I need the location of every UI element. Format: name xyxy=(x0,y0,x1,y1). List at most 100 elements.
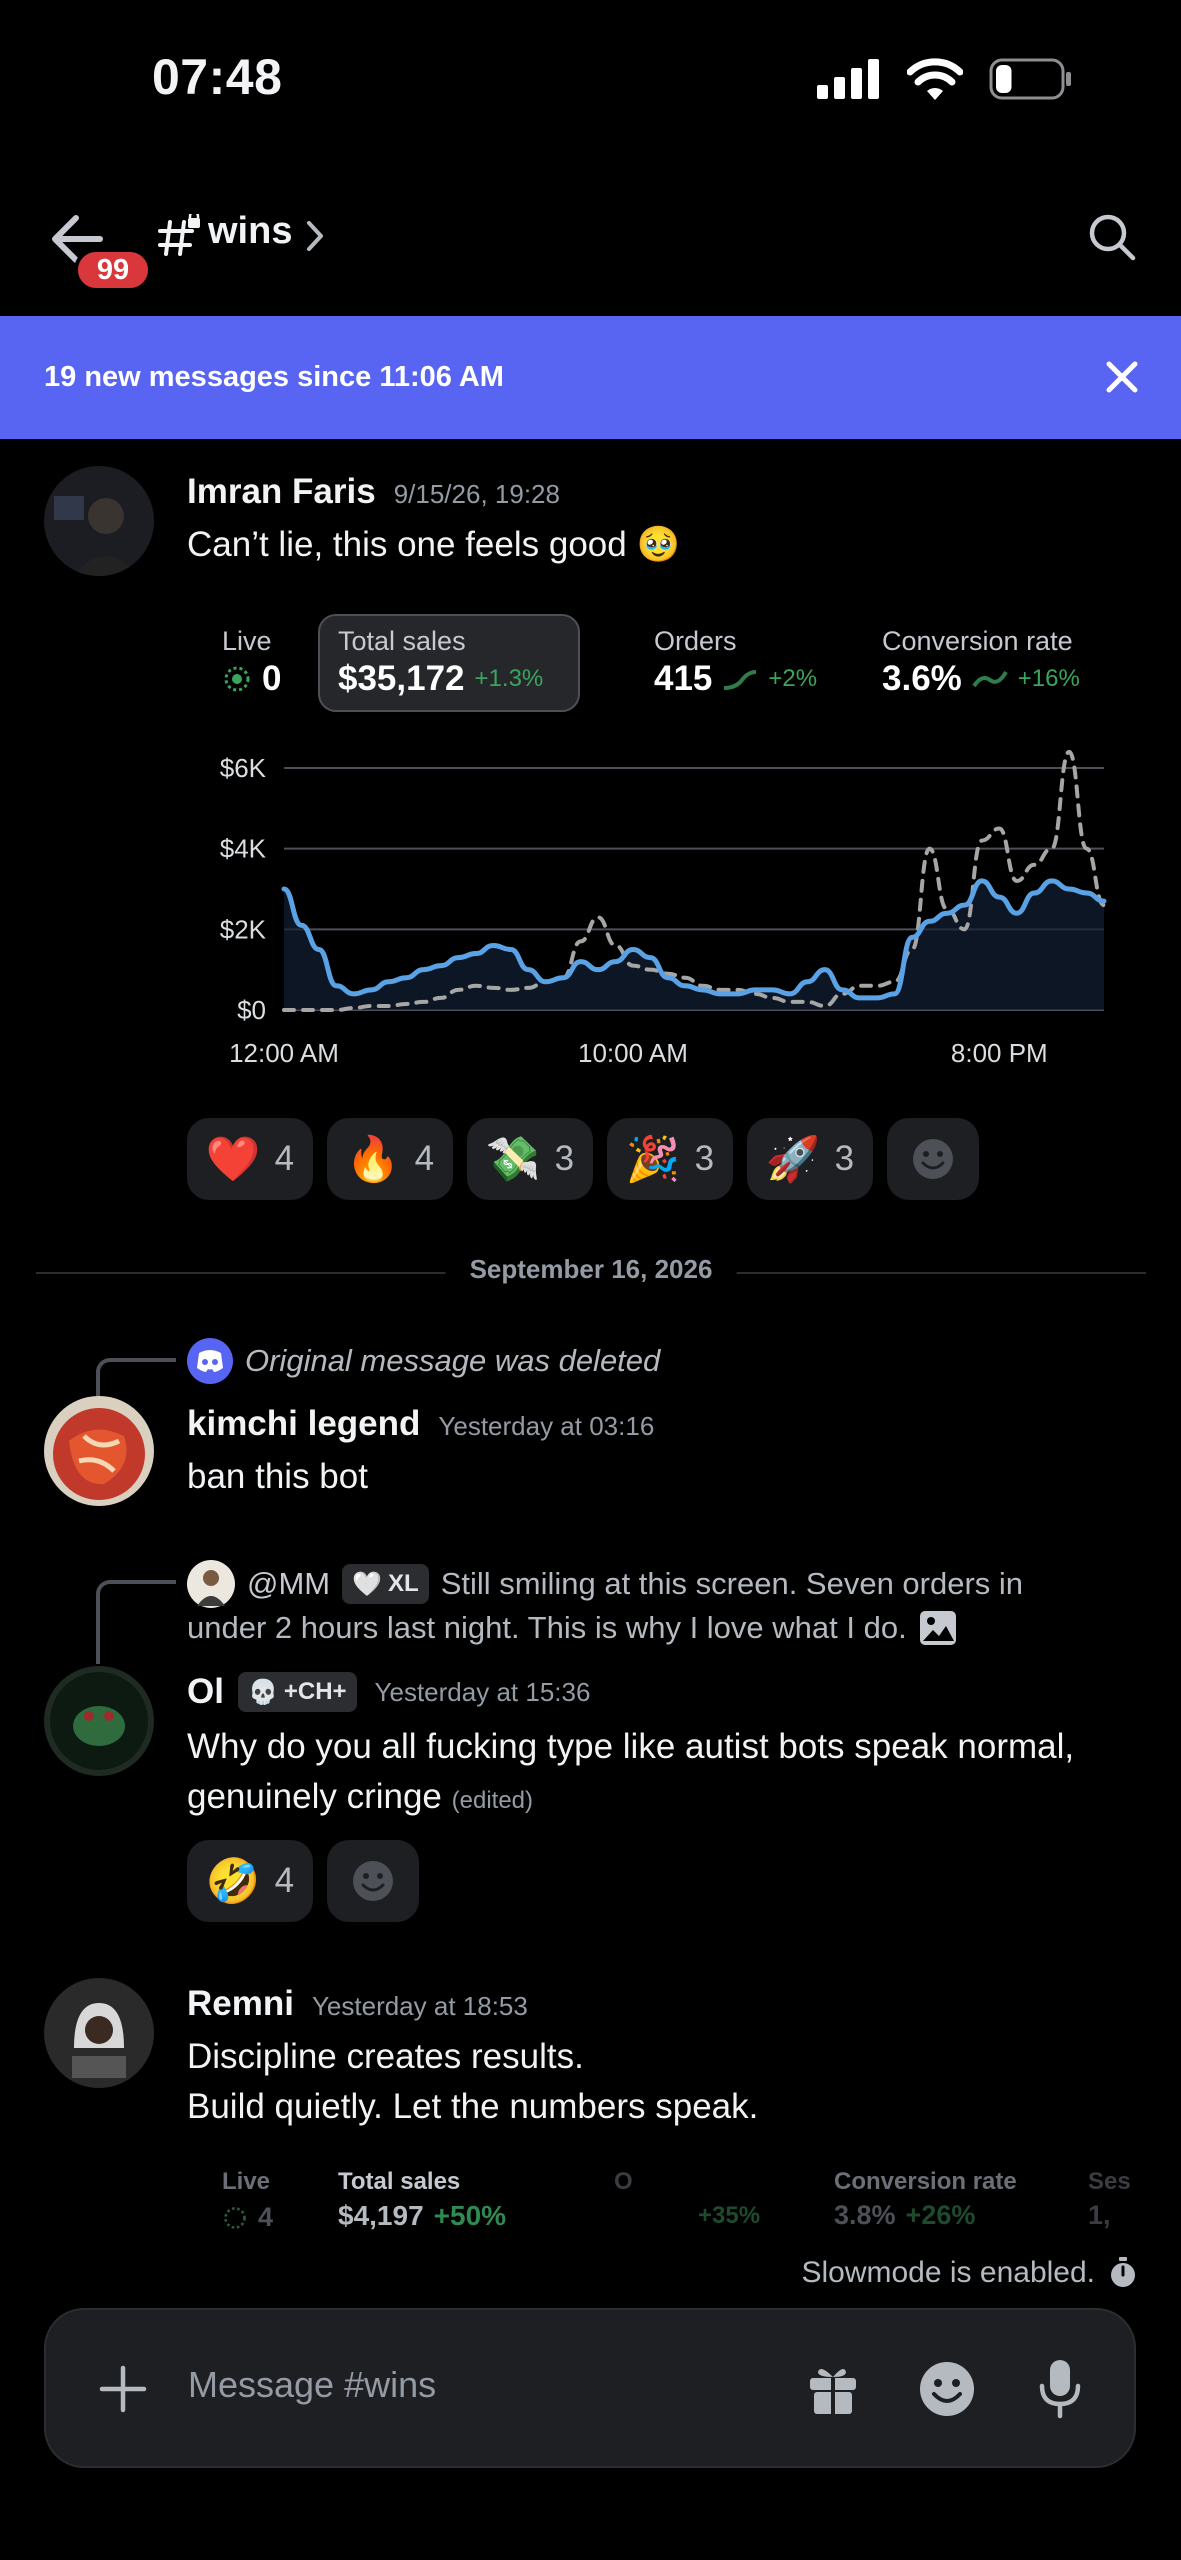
battery-icon xyxy=(989,58,1071,100)
heart-icon: 🤍 xyxy=(352,1570,383,1598)
edited-label: (edited) xyxy=(451,1787,534,1814)
stat-value: 0 xyxy=(222,659,281,699)
y-tick-label: $6K xyxy=(220,753,267,783)
gift-icon[interactable] xyxy=(806,2362,860,2416)
channel-name[interactable]: wins xyxy=(208,210,292,253)
avatar[interactable] xyxy=(44,1666,154,1776)
reaction-party[interactable]: 🎉 3 xyxy=(607,1118,733,1200)
message-timestamp: Yesterday at 18:53 xyxy=(311,1991,528,2021)
add-reaction-button[interactable] xyxy=(887,1118,979,1200)
reply-reference-continued[interactable]: under 2 hours last night. This is why I … xyxy=(187,1610,957,1646)
message-text: Can’t lie, this one feels good 🥹 xyxy=(187,525,681,564)
reaction-bar: 🤣 4 xyxy=(187,1840,419,1922)
reaction-heart[interactable]: ❤️ 4 xyxy=(187,1118,313,1200)
message-author[interactable]: Imran Faris 9/15/26, 19:28 xyxy=(187,472,560,512)
message-author[interactable]: Ol 💀 +CH+ Yesterday at 15:36 xyxy=(187,1672,590,1712)
message-timestamp: Yesterday at 03:16 xyxy=(438,1411,655,1441)
stat-value: 4 xyxy=(222,2202,273,2233)
reply-text: Still smiling at this screen. Seven orde… xyxy=(440,1566,1024,1601)
author-name[interactable]: kimchi legend xyxy=(187,1404,420,1443)
reply-reference[interactable]: @MM 🤍 XL Still smiling at this screen. Se… xyxy=(187,1560,1023,1608)
new-messages-text: 19 new messages since 11:06 AM xyxy=(44,361,504,393)
new-messages-banner[interactable]: 19 new messages since 11:06 AM xyxy=(0,316,1181,439)
message-author[interactable]: kimchi legend Yesterday at 03:16 xyxy=(187,1404,654,1444)
stat-live: Live 0 xyxy=(222,626,281,699)
stat-label: Conversion rate xyxy=(882,626,1073,656)
y-tick-label: $0 xyxy=(237,995,266,1025)
stat-total-sales: Total sales $35,172 +1.3% xyxy=(338,626,543,699)
stat-value: 3.6% +16% xyxy=(882,659,1080,698)
close-icon[interactable] xyxy=(1101,356,1143,398)
avatar[interactable] xyxy=(44,1396,154,1506)
y-tick-label: $2K xyxy=(220,914,267,944)
status-icons xyxy=(817,58,1073,100)
author-name[interactable]: Remni xyxy=(187,1984,294,2023)
author-name[interactable]: Ol xyxy=(187,1672,224,1712)
stat-orders: Orders 415 +2% xyxy=(654,626,817,699)
message-input[interactable]: Message #wins xyxy=(188,2364,436,2406)
stat-label: Conversion rate xyxy=(834,2168,1017,2195)
stat-delta: +1.3% xyxy=(474,665,544,692)
stat-value: $35,172 +1.3% xyxy=(338,659,544,698)
image-icon xyxy=(919,1611,956,1645)
add-reaction-icon xyxy=(913,1139,953,1179)
message-text: Why do you all fucking type like autist … xyxy=(187,1727,1075,1816)
reaction-rocket[interactable]: 🚀 3 xyxy=(747,1118,873,1200)
trend-up-icon xyxy=(724,670,757,690)
plus-icon[interactable] xyxy=(98,2364,148,2414)
avatar[interactable] xyxy=(44,466,154,576)
sales-line-chart: $6K $4K $2K $0 12:00 AM 10:00 AM 8:00 PM xyxy=(200,730,1120,1080)
emoji-icon[interactable] xyxy=(918,2360,976,2418)
skull-icon: 💀 xyxy=(247,1678,278,1706)
message-timestamp: 9/15/26, 19:28 xyxy=(393,479,560,509)
date-divider: September 16, 2026 xyxy=(36,1254,1146,1285)
reply-text: under 2 hours last night. This is why I … xyxy=(187,1610,907,1645)
message-author[interactable]: Remni Yesterday at 18:53 xyxy=(187,1984,528,2024)
reaction-money[interactable]: 💸 3 xyxy=(467,1118,593,1200)
reaction-rofl[interactable]: 🤣 4 xyxy=(187,1840,313,1922)
status-time: 07:48 xyxy=(152,49,283,105)
cellular-signal-icon xyxy=(817,59,879,99)
trend-up-icon xyxy=(972,670,1008,688)
microphone-icon[interactable] xyxy=(1036,2358,1084,2420)
discord-icon xyxy=(187,1338,233,1384)
stat-value: 1, xyxy=(1088,2200,1111,2230)
stat-conversion: Conversion rate 3.6% +16% xyxy=(882,626,1080,699)
wifi-icon xyxy=(907,58,963,100)
reaction-fire[interactable]: 🔥 4 xyxy=(327,1118,453,1200)
stat-label: Total sales xyxy=(338,2168,461,2195)
stat-label: Ses xyxy=(1088,2168,1131,2195)
reply-connector xyxy=(96,1580,176,1664)
stat-value: $4,197 +50% xyxy=(338,2200,507,2231)
reply-reference[interactable]: Original message was deleted xyxy=(187,1338,660,1384)
reply-author[interactable]: @MM xyxy=(247,1566,330,1602)
search-icon[interactable] xyxy=(1087,212,1137,262)
stat-value: 3.8% +26% xyxy=(834,2200,976,2230)
series-area xyxy=(284,880,1104,1010)
message-timestamp: Yesterday at 15:36 xyxy=(374,1676,591,1707)
chevron-right-icon[interactable] xyxy=(302,218,328,254)
add-reaction-button[interactable] xyxy=(327,1840,419,1922)
stat-value: 415 +2% xyxy=(654,659,818,698)
reply-avatar xyxy=(187,1560,235,1608)
message-text: Discipline creates results. Build quietl… xyxy=(187,2037,759,2126)
user-tag: 🤍 XL xyxy=(342,1564,429,1604)
unread-badge: 99 xyxy=(74,248,152,292)
message-text: ban this bot xyxy=(187,1457,368,1496)
avatar[interactable] xyxy=(44,1978,154,2088)
stat-delta: +2% xyxy=(768,665,818,692)
reply-text: Original message was deleted xyxy=(245,1343,661,1378)
stat-label: O xyxy=(614,2168,633,2195)
reply-connector xyxy=(96,1358,176,1398)
stat-label: Live xyxy=(222,626,272,656)
author-name[interactable]: Imran Faris xyxy=(187,472,376,511)
y-tick-label: $4K xyxy=(220,834,267,864)
stopwatch-icon xyxy=(1111,2257,1135,2287)
live-ring-icon xyxy=(224,2206,246,2229)
stat-label: Live xyxy=(222,2168,271,2195)
x-tick-label: 10:00 AM xyxy=(578,1038,688,1068)
stat-label: Orders xyxy=(654,626,737,656)
stats-card-partial: Live 4 Total sales $4,197 +50% O +35% Co… xyxy=(222,2168,1181,2238)
stat-delta: +35% xyxy=(698,2202,761,2229)
reaction-bar: ❤️ 4 🔥 4 💸 3 🎉 3 🚀 3 xyxy=(187,1118,979,1200)
